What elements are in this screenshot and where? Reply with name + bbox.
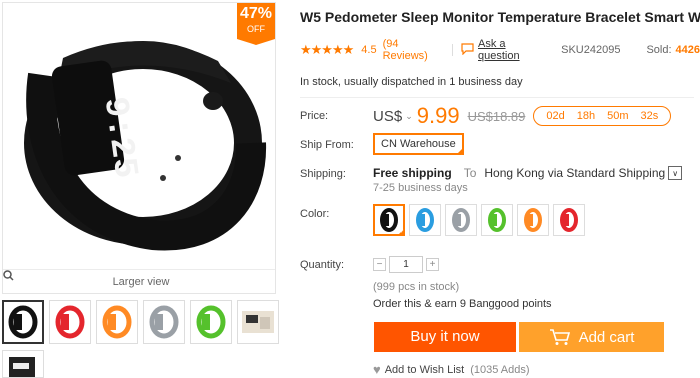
chevron-down-icon[interactable]: ⌄ <box>405 111 413 122</box>
original-price: US$18.89 <box>467 108 526 124</box>
discount-badge: 47% OFF <box>237 3 275 45</box>
product-title: W5 Pedometer Sleep Monitor Temperature B… <box>300 9 700 25</box>
color-swatch-blue[interactable] <box>409 204 441 236</box>
price-row: US$ ⌄ 9.99 US$18.89 02d 18h 50m 32s <box>373 103 672 129</box>
color-swatch-gray[interactable] <box>445 204 477 236</box>
quantity-label: Quantity: <box>300 259 345 271</box>
chevron-down-icon[interactable]: ∨ <box>668 166 683 180</box>
timer-days: 02d <box>546 110 565 122</box>
thumbnail-red[interactable] <box>49 300 91 344</box>
buy-now-button[interactable]: Buy it now <box>374 322 516 352</box>
timer-minutes: 50m <box>607 110 629 122</box>
stock-status: In stock, usually dispatched in 1 busine… <box>300 76 523 88</box>
chat-bubble-icon <box>461 42 474 58</box>
quantity-input[interactable] <box>389 256 423 273</box>
add-cart-label: Add cart <box>578 328 635 346</box>
thumbnail-gray[interactable] <box>143 300 185 344</box>
selected-check-icon <box>455 147 464 166</box>
reviews-link[interactable]: (94 Reviews) <box>383 38 444 62</box>
thumbnail-more[interactable] <box>2 350 44 378</box>
countdown-timer: 02d 18h 50m 32s <box>533 106 672 126</box>
shipping-label: Shipping: <box>300 168 346 180</box>
sold-count: 4426 <box>675 44 700 56</box>
color-swatch-black[interactable] <box>373 204 405 236</box>
shipping-method: Free shipping <box>373 166 452 180</box>
current-price: 9.99 <box>416 103 460 128</box>
smart-band-image: 9:25 <box>24 41 267 251</box>
rating-stars-icon: ★★★★★ <box>300 42 354 57</box>
price-label: Price: <box>300 110 329 122</box>
shipping-to: To <box>463 166 477 180</box>
currency-selector[interactable]: US$ <box>373 108 402 125</box>
quantity-stepper: − + <box>373 256 439 273</box>
ship-from-label: Ship From: <box>300 139 354 151</box>
divider <box>300 97 694 98</box>
color-label: Color: <box>300 208 330 220</box>
ask-question-link[interactable]: Ask a question <box>478 38 547 62</box>
color-swatch-green[interactable] <box>481 204 513 236</box>
sold-label: Sold: <box>646 44 672 56</box>
discount-off-label: OFF <box>247 24 265 34</box>
thumbnail-black[interactable] <box>2 300 44 344</box>
warehouse-option[interactable]: CN Warehouse <box>373 133 464 166</box>
delivery-days: 7-25 business days <box>373 182 468 194</box>
quantity-increase-button[interactable]: + <box>426 258 439 271</box>
timer-seconds: 32s <box>640 110 659 122</box>
wishlist-count: (1035 Adds) <box>470 363 530 376</box>
thumbnail-green[interactable] <box>190 300 232 344</box>
color-swatch-red[interactable] <box>553 204 585 236</box>
cart-icon <box>549 329 570 345</box>
quantity-decrease-button[interactable]: − <box>373 258 386 271</box>
main-product-image[interactable]: 9:25 47% OFF Larger view <box>2 2 276 294</box>
divider <box>452 44 453 56</box>
add-cart-button[interactable]: Add cart <box>519 322 664 352</box>
selected-check-icon <box>397 228 405 236</box>
thumbnail-packaging[interactable] <box>237 300 279 344</box>
rating-row: ★★★★★ 4.5 (94 Reviews) Ask a question SK… <box>300 38 700 62</box>
sku-label: SKU242095 <box>561 44 621 56</box>
wishlist-row: ♥ Add to Wish List (1035 Adds) <box>373 362 530 377</box>
reward-points: Order this & earn 9 Banggood points <box>373 298 552 310</box>
heart-icon[interactable]: ♥ <box>373 362 381 377</box>
discount-percent: 47% <box>239 5 273 22</box>
shipping-destination[interactable]: Hong Kong via Standard Shipping <box>484 166 665 180</box>
warehouse-name: CN Warehouse <box>381 138 456 150</box>
timer-hours: 18h <box>576 110 596 122</box>
larger-view-link[interactable]: Larger view <box>3 269 275 293</box>
pcs-in-stock: (999 pcs in stock) <box>373 281 460 293</box>
larger-view-label: Larger view <box>112 276 170 288</box>
thumbnail-strip <box>2 300 279 344</box>
color-swatch-orange[interactable] <box>517 204 549 236</box>
add-to-wishlist-link[interactable]: Add to Wish List <box>385 364 464 376</box>
shipping-row: Free shipping To Hong Kong via Standard … <box>373 166 683 180</box>
thumbnail-orange[interactable] <box>96 300 138 344</box>
rating-value: 4.5 <box>361 44 377 56</box>
